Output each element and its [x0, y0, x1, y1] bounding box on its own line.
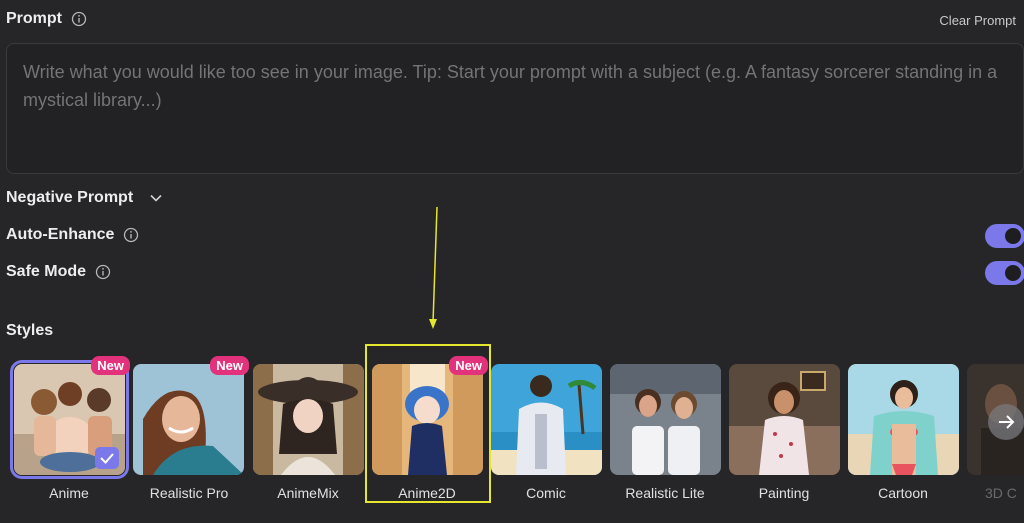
auto-enhance-label: Auto-Enhance [6, 226, 115, 243]
painting-thumbnail [729, 364, 840, 475]
auto-enhance-row: Auto-Enhance [6, 226, 139, 244]
style-name: Comic [526, 485, 566, 501]
toggle-knob [1005, 228, 1021, 244]
style-card-realistic-pro[interactable] [133, 364, 244, 475]
next-styles-button[interactable] [988, 404, 1024, 440]
chevron-down-icon [150, 194, 162, 202]
style-card-anime[interactable] [10, 360, 129, 479]
arrow-right-icon [999, 415, 1015, 429]
style-card-realistic-lite[interactable] [610, 364, 721, 475]
badge-wrap: New [133, 356, 249, 375]
badge-wrap: New [14, 356, 130, 375]
cartoon-thumbnail [848, 364, 959, 475]
style-name: Painting [758, 485, 810, 501]
auto-enhance-toggle[interactable] [985, 224, 1024, 248]
annotation-arrow [429, 206, 438, 329]
style-card-comic[interactable] [491, 364, 602, 475]
realistic-lite-thumbnail [610, 364, 721, 475]
selected-check-icon [95, 447, 119, 469]
style-name: Realistic Lite [625, 485, 705, 501]
prompt-label: Prompt [6, 10, 62, 27]
negative-prompt-toggle[interactable]: Negative Prompt [6, 189, 163, 207]
clear-prompt-button[interactable]: Clear Prompt [939, 13, 1016, 28]
styles-label: Styles [6, 322, 54, 339]
info-icon[interactable] [123, 227, 139, 243]
style-card-painting[interactable] [729, 364, 840, 475]
new-badge: New [210, 356, 249, 375]
negative-prompt-label: Negative Prompt [6, 189, 134, 206]
safe-mode-toggle[interactable] [985, 261, 1024, 285]
realistic-pro-thumbnail [133, 364, 244, 475]
image-generator-panel: Prompt Clear Prompt Negative Prompt Auto… [0, 0, 1024, 523]
prompt-header: Prompt [6, 10, 87, 28]
new-badge: New [91, 356, 130, 375]
style-card-cartoon[interactable] [848, 364, 959, 475]
style-name: Anime [49, 485, 89, 501]
prompt-input[interactable] [21, 56, 1013, 165]
comic-thumbnail [491, 364, 602, 475]
style-name: Realistic Pro [149, 485, 229, 501]
style-name: 3D C [985, 485, 1017, 501]
style-name: AnimeMix [277, 485, 339, 501]
safe-mode-label: Safe Mode [6, 263, 87, 280]
animemix-thumbnail [253, 364, 364, 475]
info-icon[interactable] [95, 264, 111, 280]
style-card-animemix[interactable] [253, 364, 364, 475]
prompt-box [6, 43, 1024, 174]
toggle-knob [1005, 265, 1021, 281]
safe-mode-row: Safe Mode [6, 263, 111, 281]
style-name: Cartoon [878, 485, 928, 501]
annotation-highlight-box [365, 344, 491, 503]
info-icon[interactable] [71, 11, 87, 27]
styles-section-title: Styles [6, 322, 53, 340]
